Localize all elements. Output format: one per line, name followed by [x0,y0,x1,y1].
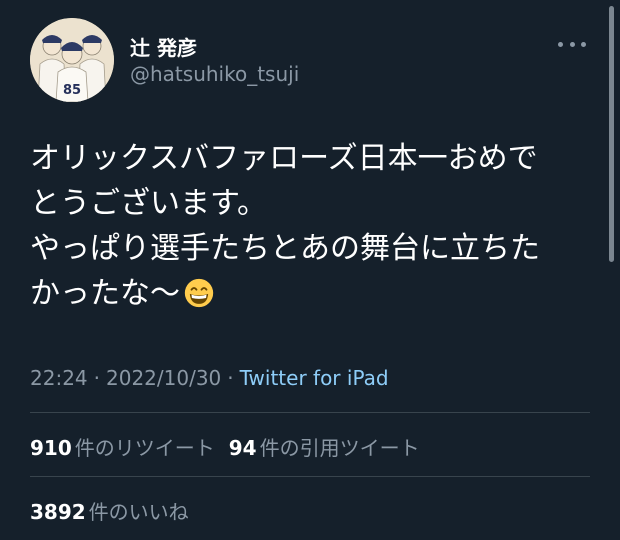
tweet-time[interactable]: 22:24 [30,366,88,390]
tweet-line-last: かったな〜 [30,271,590,316]
retweet-count: 910 [30,436,72,460]
more-horizontal-icon-dot [569,41,575,47]
meta-separator: · [227,366,234,390]
tweet-line-text: かったな〜 [30,276,180,311]
avatar-illustration: 85 [30,18,114,102]
tweet-source-link[interactable]: Twitter for iPad [240,366,389,390]
tweet-date[interactable]: 2022/10/30 [106,366,221,390]
like-label: 件のいいね [88,500,189,524]
scrollbar[interactable] [609,6,614,262]
display-name[interactable]: 辻 発彦 [130,32,197,61]
divider [30,476,590,477]
quote-label: 件の引用ツイート [259,436,420,460]
tweet-line: オリックスバファローズ日本一おめで [30,141,538,176]
tweet-line: とうございます。 [30,186,267,221]
retweet-label: 件のリツイート [74,436,215,460]
grinning-emoji-icon [184,278,214,308]
tweet-line: やっぱり選手たちとあの舞台に立ちた [30,231,540,266]
svg-text:85: 85 [63,83,81,98]
more-horizontal-icon-dot [581,41,586,47]
tweet-text: オリックスバファローズ日本一おめで とうございます。 やっぱり選手たちとあの舞台… [30,136,590,316]
meta-separator: · [93,366,100,390]
tweet-header: 85 辻 発彦 @hatsuhiko_tsuji [30,18,590,102]
more-options-button[interactable] [558,34,586,54]
retweets-stat[interactable]: 910 件のリツイート [30,436,215,460]
tweet-meta: 22:24 · 2022/10/30 · Twitter for iPad [30,366,389,390]
stats-row-shares: 910 件のリツイート 94 件の引用ツイート [30,432,434,461]
like-count: 3892 [30,500,86,524]
user-handle[interactable]: @hatsuhiko_tsuji [130,62,299,86]
quote-tweets-stat[interactable]: 94 件の引用ツイート [229,436,420,460]
quote-count: 94 [228,436,257,460]
more-horizontal-icon [558,41,563,47]
likes-stat[interactable]: 3892 件のいいね [30,500,189,524]
stats-row-likes: 3892 件のいいね [30,496,203,525]
avatar[interactable]: 85 [30,18,114,102]
divider [30,412,590,413]
